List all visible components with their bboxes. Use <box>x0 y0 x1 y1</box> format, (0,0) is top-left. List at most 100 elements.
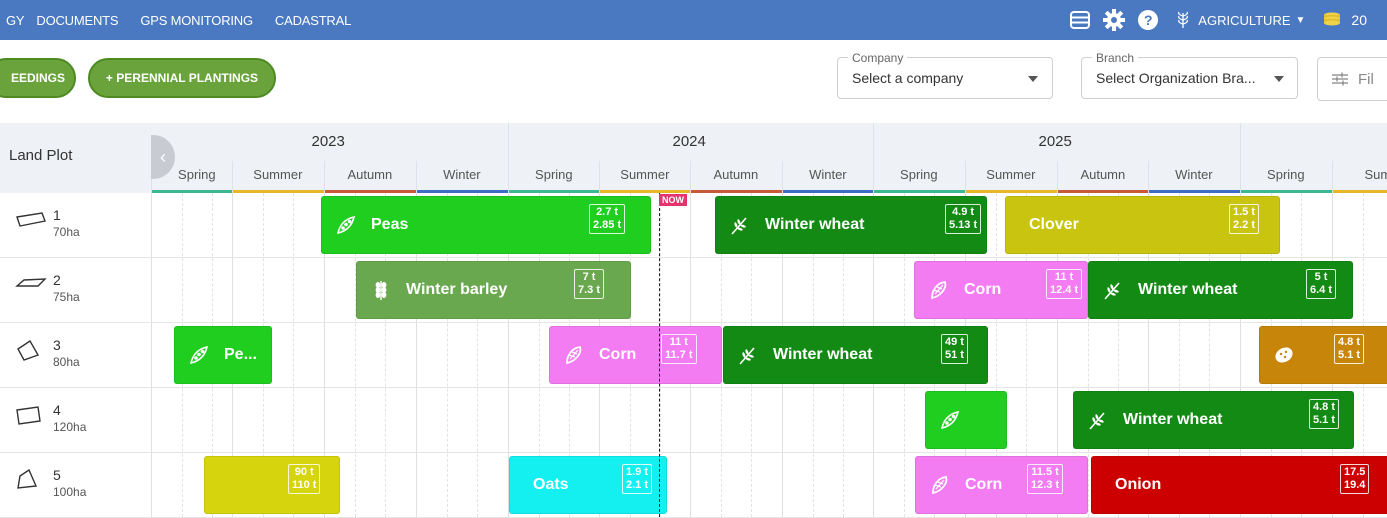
gear-icon[interactable] <box>1100 6 1128 34</box>
yield-badge: 4.8 t 5.1 t <box>1334 334 1365 364</box>
crop-selector[interactable]: AGRICULTURE ▼ <box>1176 11 1305 29</box>
crop-bar-winter-wheat[interactable]: Winter wheat 4.9 t 5.13 t <box>715 196 987 254</box>
crop-bar-clover[interactable]: Clover 1.5 t 2.2 t <box>1005 196 1280 254</box>
crop-bar-winter-wheat[interactable]: Winter wheat 49 t 51 t <box>723 326 988 384</box>
yield-expected: 49 t <box>945 336 964 348</box>
yield-expected: 1.9 t <box>626 466 649 478</box>
crop-bar-pe-[interactable]: Pe... <box>174 326 272 384</box>
plot-number: 3 <box>53 337 61 353</box>
yield-badge: 11.5 t 12.3 t <box>1027 464 1064 494</box>
nav-item-gy[interactable]: GY <box>6 13 25 28</box>
plot-shape-icon <box>14 339 48 361</box>
company-select-label: Company <box>848 51 908 65</box>
plot-area: 70ha <box>53 225 80 239</box>
season-label-sum: Sum <box>1332 167 1387 193</box>
yield-badge: 4.9 t 5.13 t <box>945 204 982 234</box>
yield-expected: 11 t <box>669 336 688 348</box>
wheat-icon <box>1087 409 1109 431</box>
land-plot-label[interactable]: 2 75ha <box>12 258 152 323</box>
land-plot-label[interactable]: 4 120ha <box>12 388 152 453</box>
yield-actual: 51 t <box>945 349 964 361</box>
yield-actual: 5.13 t <box>949 219 978 231</box>
potato-icon <box>1273 344 1295 366</box>
yield-expected: 7 t <box>582 271 596 283</box>
plot-number: 4 <box>53 402 61 418</box>
perennial-plantings-button[interactable]: + PERENNIAL PLANTINGS <box>88 58 276 98</box>
plot-shape-icon <box>14 404 48 426</box>
yield-actual: 110 t <box>292 479 317 491</box>
top-right-tools: ? AGRICULTURE ▼ 20 <box>1066 0 1387 40</box>
peas-icon <box>188 344 210 366</box>
crop-bar-unnamed[interactable]: 4.8 t 5.1 t <box>1259 326 1387 384</box>
season-label-spring: Spring <box>1240 167 1332 193</box>
company-select[interactable]: Company Select a company <box>837 51 1053 99</box>
wheat-icon <box>737 344 759 366</box>
crop-bar-corn[interactable]: Corn 11 t 12.4 t <box>914 261 1088 319</box>
help-icon[interactable]: ? <box>1134 6 1162 34</box>
crop-bar-peas[interactable]: Peas 2.7 t 2.85 t <box>321 196 651 254</box>
yield-expected: 4.9 t <box>952 206 975 218</box>
stack-icon[interactable] <box>1066 6 1094 34</box>
yield-badge: 7 t 7.3 t <box>574 269 605 299</box>
yield-expected: 17.5 <box>1344 466 1366 478</box>
crop-bar-unnamed[interactable]: 90 t 110 t <box>204 456 340 514</box>
crop-bar-oats[interactable]: Oats 1.9 t 2.1 t <box>509 456 667 514</box>
yield-badge: 4.8 t 5.1 t <box>1309 399 1340 429</box>
crop-bar-onion[interactable]: Onion 17.5 19.4 <box>1091 456 1387 514</box>
filter-button[interactable]: Fil <box>1317 57 1387 101</box>
nav-item-gps-monitoring[interactable]: GPS MONITORING <box>140 13 253 28</box>
yield-actual: 7.3 t <box>578 284 601 296</box>
yield-actual: 6.4 t <box>1310 284 1333 296</box>
yield-actual: 2.2 t <box>1233 219 1256 231</box>
nav-item-cadastral[interactable]: CADASTRAL <box>275 13 351 28</box>
perennial-plantings-label: + PERENNIAL PLANTINGS <box>105 71 259 85</box>
barley-icon <box>370 279 392 301</box>
crop-bar-corn[interactable]: Corn 11.5 t 12.3 t <box>915 456 1088 514</box>
plot-area: 75ha <box>53 290 80 304</box>
land-plot-label[interactable]: 5 100ha <box>12 453 152 518</box>
branch-select[interactable]: Branch Select Organization Bra... <box>1081 51 1298 99</box>
plot-area: 120ha <box>53 420 87 434</box>
top-nav: GY DOCUMENTS GPS MONITORING CADASTRAL <box>0 0 373 40</box>
crop-selector-label: AGRICULTURE <box>1198 12 1291 28</box>
season-divider <box>873 161 874 193</box>
coins-icon <box>1324 12 1341 26</box>
crop-bar-winter-wheat[interactable]: Winter wheat 4.8 t 5.1 t <box>1073 391 1354 449</box>
season-label-spring: Spring <box>873 167 965 193</box>
yield-actual: 12.4 t <box>1050 284 1079 296</box>
season-label-winter: Winter <box>1148 167 1240 193</box>
land-plot-label[interactable]: 3 80ha <box>12 323 152 388</box>
filter-label: Fil <box>1358 70 1374 88</box>
crop-bar-winter-wheat[interactable]: Winter wheat 5 t 6.4 t <box>1088 261 1353 319</box>
yield-actual: 5.1 t <box>1338 349 1361 361</box>
plot-shape-icon <box>14 274 48 296</box>
season-divider <box>1332 161 1333 193</box>
season-divider <box>508 161 509 193</box>
wheat-icon <box>729 214 751 236</box>
season-label-winter: Winter <box>782 167 874 193</box>
seedings-button[interactable]: EEDINGS <box>0 58 76 98</box>
year-label-2024: 2024 <box>672 133 706 150</box>
yield-badge: 1.9 t 2.1 t <box>622 464 653 494</box>
land-plot-label[interactable]: 1 70ha <box>12 193 152 258</box>
yield-actual: 19.4 <box>1344 479 1366 491</box>
yield-expected: 4.8 t <box>1313 401 1336 413</box>
season-label-autumn: Autumn <box>690 167 782 193</box>
plot-number: 2 <box>53 272 61 288</box>
yield-badge: 17.5 19.4 <box>1340 464 1370 494</box>
season-divider <box>965 161 966 193</box>
branch-select-label: Branch <box>1092 51 1139 65</box>
coins-balance[interactable]: 20 <box>1323 12 1367 28</box>
nav-item-documents[interactable]: DOCUMENTS <box>36 13 118 28</box>
crop-bar-unnamed[interactable] <box>925 391 1007 449</box>
crop-bar-winter-barley[interactable]: Winter barley 7 t 7.3 t <box>356 261 631 319</box>
season-divider <box>782 161 783 193</box>
season-label-winter: Winter <box>416 167 508 193</box>
now-marker-tag: NOW <box>659 194 687 206</box>
yield-actual: 12.3 t <box>1031 479 1060 491</box>
crop-bar-corn[interactable]: Corn 11 t 11.7 t <box>549 326 722 384</box>
yield-expected: 1.5 t <box>1233 206 1256 218</box>
chevron-down-icon <box>1028 76 1038 82</box>
yield-actual: 2.85 t <box>593 219 622 231</box>
yield-actual: 2.1 t <box>626 479 649 491</box>
